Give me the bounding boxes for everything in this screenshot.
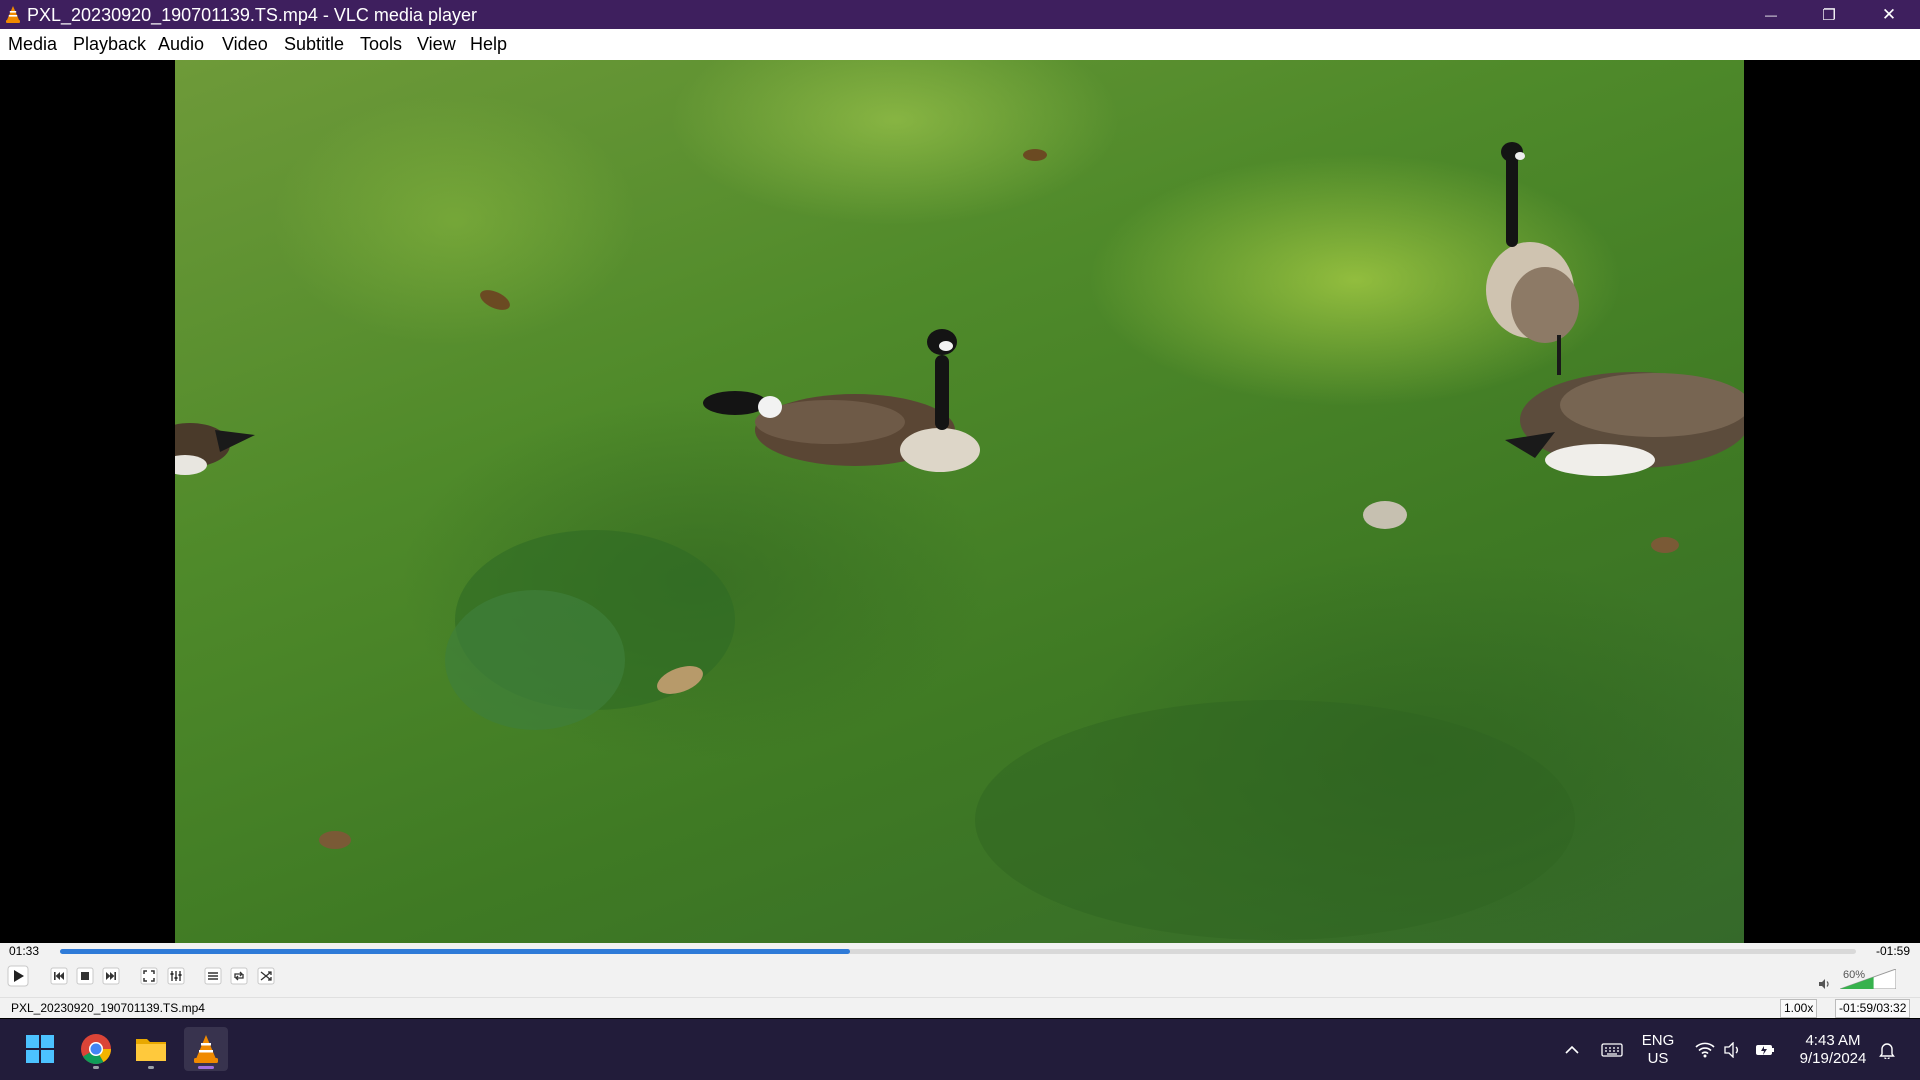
close-button[interactable]: ✕ [1858,0,1920,29]
video-area[interactable] [0,60,1920,943]
menu-subtitle[interactable]: Subtitle [284,34,344,54]
menu-tools[interactable]: Tools [360,34,402,54]
wifi-icon [1695,1042,1715,1057]
remaining-time[interactable]: -01:59 [1876,944,1910,958]
loop-icon [230,967,248,985]
vlc-cone-icon [6,6,20,23]
battery-icon [1756,1044,1774,1055]
volume-icon [1724,1041,1738,1058]
elapsed-time: 01:33 [9,944,40,958]
window-title: PXL_20230920_190701139.TS.mp4 - VLC medi… [27,5,477,25]
playlist-button[interactable] [202,965,224,987]
explorer-running-indicator [148,1066,154,1069]
keyboard-layout: US [1647,1049,1669,1067]
title-bar: PXL_20230920_190701139.TS.mp4 - VLC medi… [0,0,1920,29]
bell-icon [1879,1042,1895,1059]
menu-playback[interactable]: Playback [73,34,146,54]
taskbar-chrome[interactable] [74,1027,118,1071]
status-filename: PXL_20230920_190701139.TS.mp4 [11,1001,205,1015]
start-button[interactable] [18,1027,62,1071]
chrome-running-indicator [93,1066,99,1069]
vlc-icon [194,1035,218,1063]
network-button[interactable] [1692,1019,1718,1080]
close-icon: ✕ [1881,4,1897,24]
language-indicator[interactable]: ENG US [1640,1019,1676,1080]
clock[interactable]: 4:43 AM 9/19/2024 [1790,1019,1876,1080]
vlc-active-indicator [198,1066,214,1069]
touch-keyboard-button[interactable] [1598,1019,1626,1080]
seek-bar[interactable] [60,949,1856,954]
restore-button[interactable]: ❐ [1800,0,1858,29]
play-button[interactable] [7,965,29,987]
chrome-icon [81,1034,111,1065]
video-frame[interactable] [175,60,1744,943]
extended-settings-button[interactable] [165,965,187,987]
menu-help[interactable]: Help [470,34,507,54]
menu-bar: Media Playback Audio Video Subtitle Tool… [0,29,1920,61]
speaker-icon[interactable] [1817,977,1831,991]
seek-bar-progress [60,949,851,954]
menu-video[interactable]: Video [222,34,268,54]
playlist-icon [204,967,222,985]
taskbar: ENG US 4:43 AM 9/19/2024 [0,1019,1920,1080]
video-scene [175,142,1744,940]
equalizer-icon [167,967,185,985]
fullscreen-icon [140,967,158,985]
minimize-icon: — [1765,7,1777,22]
previous-icon [50,967,68,985]
fullscreen-button[interactable] [138,965,160,987]
previous-button[interactable] [48,965,70,987]
windows-logo-icon [26,1035,54,1063]
status-time[interactable]: -01:59/03:32 [1835,999,1911,1018]
shuffle-icon [257,967,275,985]
menu-media[interactable]: Media [8,34,57,54]
notifications-button[interactable] [1874,1019,1900,1080]
battery-button[interactable] [1752,1019,1778,1080]
restore-icon: ❐ [1822,6,1836,24]
taskbar-file-explorer[interactable] [129,1027,173,1071]
show-hidden-icons-button[interactable] [1560,1019,1584,1080]
clock-date: 9/19/2024 [1799,1049,1867,1067]
language-code: ENG [1641,1031,1675,1049]
next-icon [102,967,120,985]
clock-time: 4:43 AM [1805,1031,1861,1049]
loop-button[interactable] [228,965,250,987]
play-icon [7,965,29,987]
status-bar: PXL_20230920_190701139.TS.mp4 1.00x -01:… [0,997,1920,1018]
taskbar-vlc[interactable] [184,1027,228,1071]
stop-icon [76,967,94,985]
volume-slider[interactable] [1840,969,1896,989]
chevron-up-icon [1565,1045,1579,1054]
folder-icon [136,1039,166,1061]
next-button[interactable] [100,965,122,987]
playback-speed[interactable]: 1.00x [1780,999,1818,1018]
minimize-button[interactable]: — [1742,0,1800,29]
stop-button[interactable] [74,965,96,987]
menu-audio[interactable]: Audio [158,34,204,54]
menu-view[interactable]: View [417,34,456,54]
shuffle-button[interactable] [255,965,277,987]
volume-tray-button[interactable] [1720,1019,1746,1080]
keyboard-icon [1601,1042,1623,1057]
